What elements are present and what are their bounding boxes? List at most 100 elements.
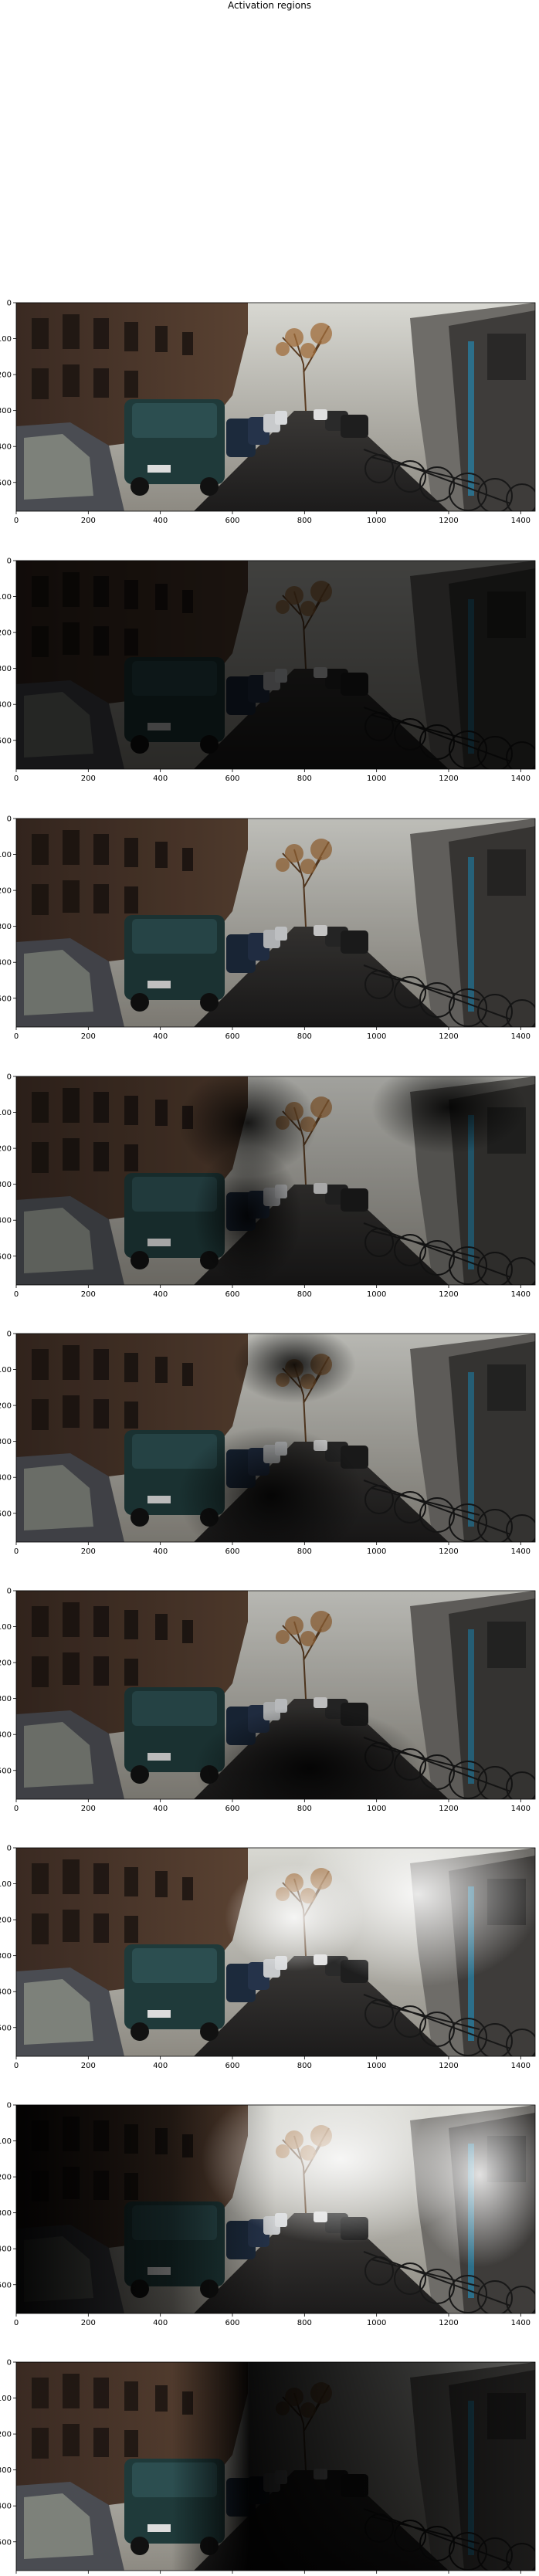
activation-panel-4: 0 200 400 600 800 1000 1200 1400 0 100 200 300 400 50… <box>0 1073 536 1299</box>
x-tick-label: 1400 <box>511 1032 531 1041</box>
x-tick-label: 1000 <box>367 2062 386 2070</box>
x-tick-label: 600 <box>225 2319 239 2327</box>
y-tick-label: 300 <box>0 923 12 931</box>
y-tick-label: 200 <box>0 1659 12 1668</box>
y-tick-label: 100 <box>0 593 12 602</box>
activation-panel-2: 0 200 400 600 800 1000 1200 1400 0 100 200 300 400 50… <box>0 558 536 783</box>
x-tick-label: 200 <box>81 1547 96 1556</box>
x-tick-label: 200 <box>81 2062 96 2070</box>
x-tick-label: 600 <box>225 774 239 783</box>
activation-panel-9: 0200400600800100012001400010020030040050… <box>0 2359 536 2574</box>
y-tick-label: 400 <box>0 1988 12 1997</box>
y-tick-label: 400 <box>0 1474 12 1483</box>
activation-panel-7: 0 200 400 600 800 1000 1200 1400 0 100 200 300 400 50… <box>0 1845 536 2070</box>
y-tick-label: 200 <box>0 1145 12 1154</box>
y-tick-label: 100 <box>0 2395 12 2403</box>
activation-panel-6: 0 200 400 600 800 1000 1200 1400 0 100 200 300 400 50… <box>0 1588 536 1813</box>
x-tick-label: 200 <box>81 517 96 525</box>
x-tick-label: 1400 <box>511 2319 531 2327</box>
y-tick-label: 400 <box>0 2246 12 2254</box>
x-tick-label: 200 <box>81 1032 96 1041</box>
y-tick-label: 300 <box>0 2466 12 2475</box>
y-tick-label: 200 <box>0 371 12 380</box>
x-tick-label: 0 <box>14 1547 19 1556</box>
x-tick-label: 1000 <box>367 774 386 783</box>
y-tick-label: 0 <box>7 1330 12 1339</box>
x-tick-label: 0 <box>14 1290 19 1299</box>
x-tick-label: 1200 <box>439 2062 458 2070</box>
y-tick-label: 0 <box>7 1588 12 1596</box>
x-tick-label: 1400 <box>511 774 531 783</box>
y-tick-label: 500 <box>0 737 12 745</box>
x-tick-label: 400 <box>153 2319 168 2327</box>
y-tick-label: 300 <box>0 2209 12 2218</box>
x-tick-label: 1400 <box>511 1290 531 1299</box>
x-tick-label: 400 <box>153 1032 168 1041</box>
x-tick-label: 400 <box>153 1290 168 1299</box>
y-tick-label: 500 <box>0 2024 12 2032</box>
x-tick-label: 1400 <box>511 1805 531 1813</box>
x-tick-label: 1200 <box>439 517 458 525</box>
activation-panel-1: 0 200 400 600 800 1000 1200 1400 0 100 200 300 400 50… <box>0 300 536 525</box>
x-tick-label: 200 <box>81 1805 96 1813</box>
x-tick-label: 800 <box>297 774 312 783</box>
y-tick-label: 500 <box>0 2538 12 2547</box>
y-tick-label: 300 <box>0 665 12 673</box>
x-tick-label: 800 <box>297 1290 312 1299</box>
x-tick-label: 200 <box>81 774 96 783</box>
x-tick-label: 400 <box>153 1805 168 1813</box>
y-tick-label: 100 <box>0 851 12 859</box>
y-tick-label: 0 <box>7 1845 12 1853</box>
y-tick-label: 200 <box>0 1402 12 1411</box>
y-tick-label: 100 <box>0 1880 12 1889</box>
y-tick-label: 0 <box>7 2102 12 2110</box>
x-tick-label: 1000 <box>367 1290 386 1299</box>
x-tick-label: 600 <box>225 517 239 525</box>
y-tick-label: 100 <box>0 1623 12 1632</box>
x-tick-label: 400 <box>153 774 168 783</box>
y-tick-label: 200 <box>0 629 12 638</box>
y-tick-label: 500 <box>0 1252 12 1261</box>
y-tick-label: 500 <box>0 1767 12 1775</box>
x-tick-label: 600 <box>225 1290 239 1299</box>
x-tick-label: 600 <box>225 2062 239 2070</box>
x-tick-label: 600 <box>225 1547 239 1556</box>
y-tick-label: 200 <box>0 1917 12 1925</box>
y-tick-label: 100 <box>0 1366 12 1374</box>
x-tick-label: 400 <box>153 1547 168 1556</box>
y-tick-label: 400 <box>0 959 12 968</box>
x-tick-label: 1400 <box>511 517 531 525</box>
y-tick-label: 200 <box>0 2174 12 2182</box>
x-tick-label: 1200 <box>439 774 458 783</box>
x-tick-label: 600 <box>225 1805 239 1813</box>
y-tick-label: 500 <box>0 2281 12 2290</box>
activation-panel-5: 0 200 400 600 800 1000 1200 1400 0 100 200 300 400 50… <box>0 1330 536 1556</box>
activation-panel-3: 0 200 400 600 800 1000 1200 1400 0 100 200 300 400 50… <box>0 815 536 1041</box>
x-tick-label: 1000 <box>367 1032 386 1041</box>
x-tick-label: 1200 <box>439 1032 458 1041</box>
y-tick-label: 500 <box>0 479 12 487</box>
y-tick-label: 100 <box>0 2137 12 2146</box>
x-tick-label: 800 <box>297 1805 312 1813</box>
figure-canvas: 0200400600800100012001400010020030040050… <box>0 300 536 2574</box>
x-tick-label: 1000 <box>367 1547 386 1556</box>
y-tick-label: 300 <box>0 1438 12 1446</box>
x-tick-label: 800 <box>297 1547 312 1556</box>
y-tick-label: 300 <box>0 1952 12 1961</box>
x-tick-label: 200 <box>81 2319 96 2327</box>
y-tick-label: 200 <box>0 2431 12 2439</box>
x-tick-label: 1400 <box>511 2062 531 2070</box>
x-tick-label: 0 <box>14 1805 19 1813</box>
y-tick-label: 300 <box>0 407 12 415</box>
y-tick-label: 100 <box>0 335 12 344</box>
y-tick-label: 0 <box>7 1073 12 1082</box>
x-tick-label: 0 <box>14 517 19 525</box>
y-tick-label: 300 <box>0 1181 12 1189</box>
x-tick-label: 800 <box>297 2319 312 2327</box>
x-tick-label: 1200 <box>439 2319 458 2327</box>
x-tick-label: 1200 <box>439 1805 458 1813</box>
x-tick-label: 0 <box>14 1032 19 1041</box>
x-tick-label: 400 <box>153 2062 168 2070</box>
y-tick-label: 100 <box>0 1109 12 1117</box>
x-tick-label: 1000 <box>367 517 386 525</box>
